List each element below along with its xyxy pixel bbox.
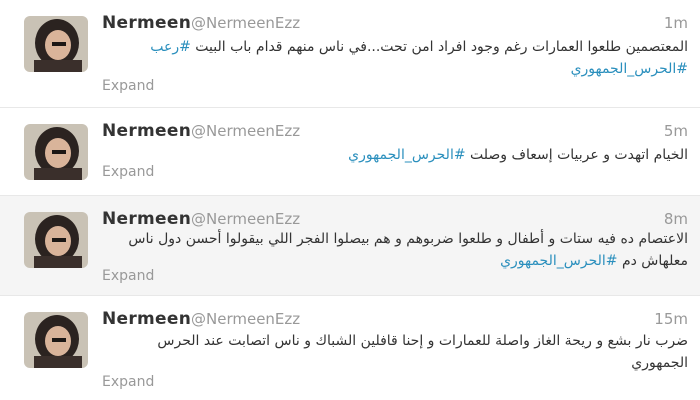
tweet-text: الاعتصام ده فيه ستات و أطفال و طلعوا ضرب… [100, 228, 688, 272]
expand-link[interactable]: Expand [102, 78, 154, 94]
expand-link[interactable]: Expand [102, 164, 154, 180]
hashtag-link[interactable]: #الحرس_الجمهوري [348, 147, 465, 163]
tweet-text: المعتصمين طلعوا العمارات رغم وجود افراد … [100, 36, 688, 80]
tweet-time[interactable]: 15m [654, 310, 688, 328]
tweet-text: ضرب نار بشع و ريحة الغاز واصلة للعمارات … [100, 330, 688, 374]
tweet-item[interactable]: Nermeen @NermeenEzz 1m المعتصمين طلعوا ا… [0, 0, 700, 108]
user-name[interactable]: Nermeen [102, 209, 191, 229]
user-handle[interactable]: @NermeenEzz [191, 14, 300, 32]
expand-link[interactable]: Expand [102, 268, 154, 284]
avatar[interactable] [24, 124, 88, 180]
tweet-time[interactable]: 8m [664, 210, 688, 228]
tweet-body: الخيام اتهدت و عربيات إسعاف وصلت [465, 147, 688, 163]
hashtag-link[interactable]: #الحرس_الجمهوري [500, 253, 617, 269]
user-handle[interactable]: @NermeenEzz [191, 210, 300, 228]
hashtag-link[interactable]: #رعب [150, 39, 191, 55]
user-name[interactable]: Nermeen [102, 13, 191, 33]
tweet-time[interactable]: 1m [664, 14, 688, 32]
avatar[interactable] [24, 16, 88, 72]
user-name[interactable]: Nermeen [102, 309, 191, 329]
tweet-body: ضرب نار بشع و ريحة الغاز واصلة للعمارات … [157, 333, 688, 371]
tweet-text: الخيام اتهدت و عربيات إسعاف وصلت #الحرس_… [100, 144, 688, 166]
tweet-body: المعتصمين طلعوا العمارات رغم وجود افراد … [190, 39, 688, 55]
user-handle[interactable]: @NermeenEzz [191, 310, 300, 328]
tweet-time[interactable]: 5m [664, 122, 688, 140]
tweet-item[interactable]: Nermeen @NermeenEzz 8m الاعتصام ده فيه س… [0, 196, 700, 296]
tweet-item[interactable]: Nermeen @NermeenEzz 15m ضرب نار بشع و ري… [0, 296, 700, 400]
tweet-item[interactable]: Nermeen @NermeenEzz 5m الخيام اتهدت و عر… [0, 108, 700, 196]
tweet-timeline: Nermeen @NermeenEzz 1m المعتصمين طلعوا ا… [0, 0, 700, 400]
avatar[interactable] [24, 212, 88, 268]
user-name[interactable]: Nermeen [102, 121, 191, 141]
user-handle[interactable]: @NermeenEzz [191, 122, 300, 140]
expand-link[interactable]: Expand [102, 374, 154, 390]
avatar[interactable] [24, 312, 88, 368]
hashtag-link[interactable]: #الحرس_الجمهوري [571, 61, 688, 77]
